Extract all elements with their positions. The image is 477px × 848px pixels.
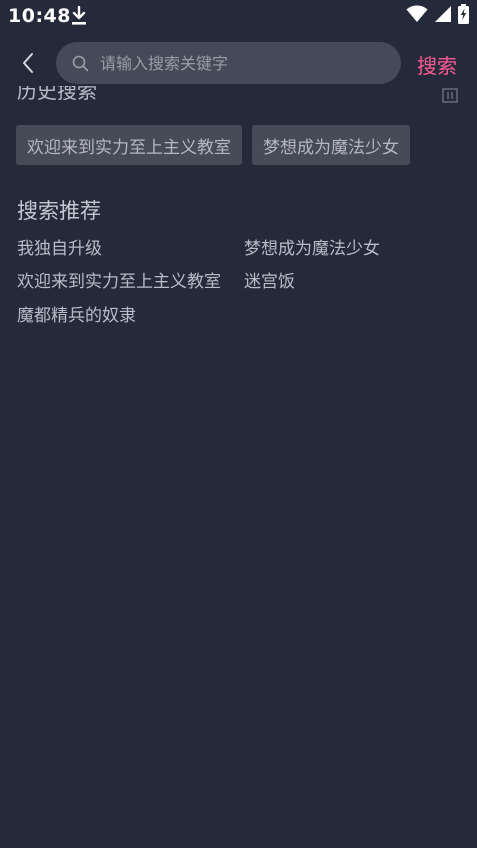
status-bar: 10:48 [0, 0, 477, 34]
recommend-item[interactable]: 迷宫饭 [244, 267, 295, 292]
history-list: 欢迎来到实力至上主义教室 梦想成为魔法少女 [16, 125, 410, 165]
history-chip[interactable]: 梦想成为魔法少女 [252, 125, 410, 165]
back-button[interactable] [14, 49, 42, 77]
download-icon [70, 5, 88, 26]
battery-charging-icon [458, 4, 469, 28]
search-submit-button[interactable]: 搜索 [417, 50, 457, 79]
recommend-item[interactable]: 梦想成为魔法少女 [244, 234, 380, 259]
signal-icon [434, 5, 452, 27]
history-title: 历史搜索 [17, 86, 97, 103]
history-header: 历史搜索 [0, 86, 477, 108]
recommend-title: 搜索推荐 [17, 199, 101, 223]
recommend-item[interactable]: 我独自升级 [17, 234, 102, 259]
search-icon [72, 55, 89, 72]
wifi-icon [406, 5, 428, 27]
search-header: 搜索 [0, 40, 477, 86]
trash-icon[interactable] [440, 86, 460, 103]
status-icons [406, 4, 469, 28]
chevron-left-icon [23, 53, 33, 73]
search-box[interactable] [56, 42, 401, 84]
status-time: 10:48 [8, 5, 71, 27]
recommend-item[interactable]: 欢迎来到实力至上主义教室 [17, 267, 222, 292]
recommend-item[interactable]: 魔都精兵的奴隶 [17, 301, 136, 326]
history-chip[interactable]: 欢迎来到实力至上主义教室 [16, 125, 242, 165]
search-input[interactable] [100, 42, 390, 84]
